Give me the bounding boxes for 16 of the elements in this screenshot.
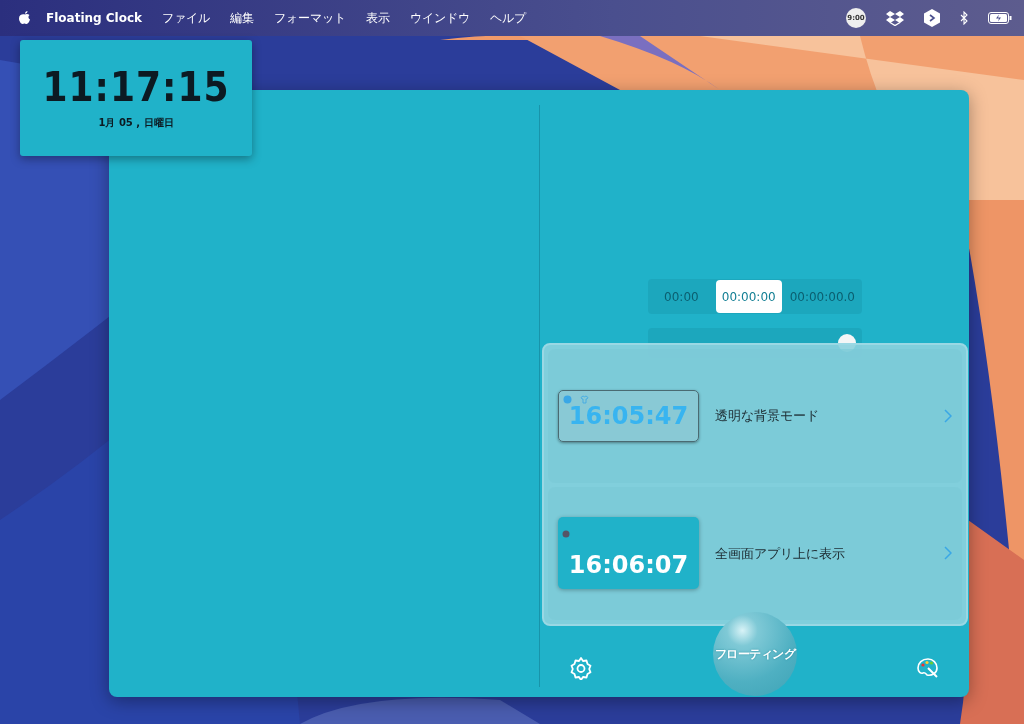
menu-item[interactable]: ヘルプ (480, 9, 537, 27)
menu-item[interactable]: ファイル (152, 9, 221, 27)
preview-time: 16:06:07 (567, 553, 690, 578)
format-option[interactable]: 00:00:00 (715, 280, 782, 313)
mode-option[interactable]: 16:05:47 透明な背景モード (548, 349, 962, 483)
mode-option[interactable]: 16:06:07 全画面アプリ上に表示 (548, 486, 962, 620)
mode-label: 全画面アプリ上に表示 (715, 544, 846, 563)
menu-item[interactable]: フォーマット (264, 9, 357, 27)
mode-label: 透明な背景モード (715, 407, 820, 425)
app-name-menu[interactable]: Floating Clock (32, 9, 153, 27)
menu-item[interactable]: 編集 (220, 9, 265, 27)
menu-item[interactable]: 表示 (356, 9, 401, 27)
clock-time: 11:17:15 (42, 66, 230, 107)
clock-date: 1月 05 , 日曜日 (98, 115, 174, 130)
menu-item[interactable]: ウインドウ (400, 9, 481, 27)
preview-time: 16:05:47 (567, 403, 690, 428)
